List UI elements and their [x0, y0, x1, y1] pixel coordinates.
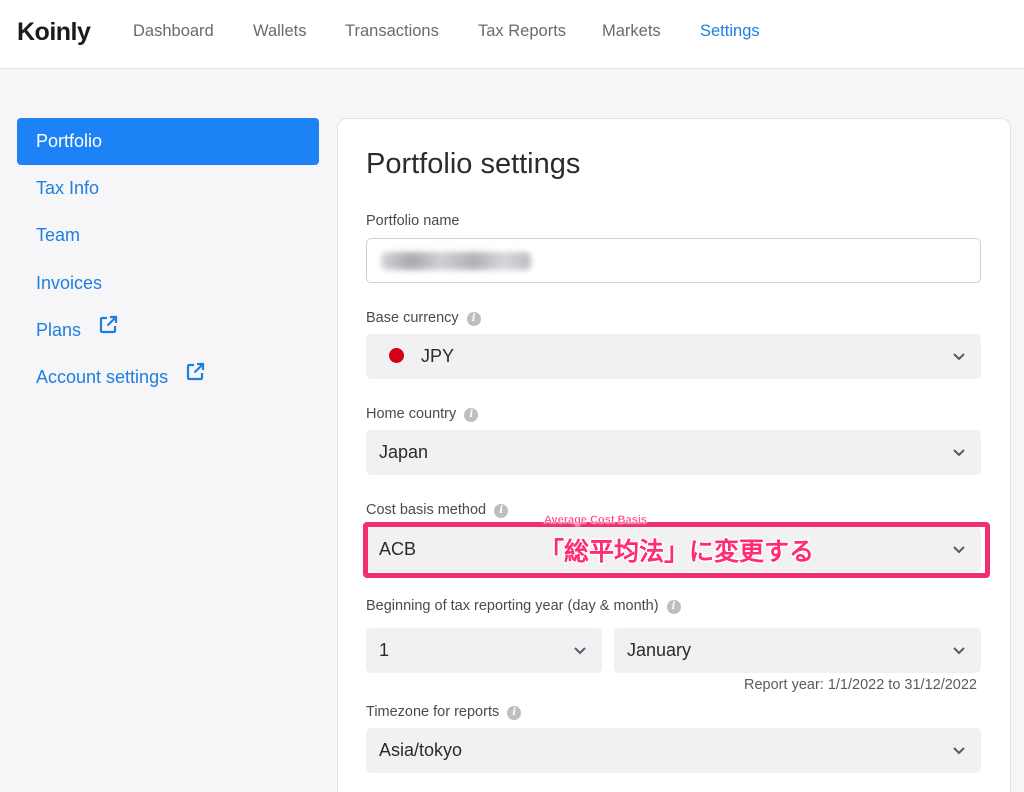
annotation-text: 「総平均法」に変更する [539, 537, 815, 566]
timezone-select[interactable]: Asia/tokyo [366, 728, 981, 773]
home-country-label: Home country i [366, 406, 479, 422]
info-icon[interactable]: i [666, 600, 681, 614]
tax-year-day-value: 1 [379, 640, 390, 660]
timezone-label: Timezone for reports i [366, 704, 522, 720]
base-currency-value: JPY [421, 346, 455, 366]
external-link-icon [98, 306, 118, 353]
nav-markets[interactable]: Markets [602, 22, 661, 41]
external-link-icon [185, 353, 205, 400]
sidebar-item-label: Account settings [36, 367, 169, 387]
chevron-down-icon [572, 642, 588, 663]
info-icon[interactable]: i [494, 504, 509, 518]
sidebar-item-label: Plans [36, 320, 82, 340]
info-icon[interactable]: i [507, 706, 522, 720]
nav-transactions[interactable]: Transactions [345, 22, 439, 41]
home-country-select[interactable]: Japan [366, 430, 981, 475]
cost-basis-label: Cost basis method i [366, 502, 509, 518]
info-icon[interactable]: i [466, 312, 481, 326]
tax-year-month-value: January [627, 640, 692, 660]
nav-settings[interactable]: Settings [700, 22, 760, 41]
sidebar-item-label: Tax Info [36, 178, 100, 198]
blurred-portfolio-name [381, 252, 531, 270]
sidebar-item-account-settings[interactable]: Account settings [17, 354, 319, 401]
annotation-caption: Average Cost Basis [544, 514, 647, 526]
base-currency-label: Base currency i [366, 310, 481, 326]
tax-year-label: Beginning of tax reporting year (day & m… [366, 598, 681, 614]
sidebar-item-tax-info[interactable]: Tax Info [17, 165, 319, 212]
timezone-value: Asia/tokyo [379, 740, 463, 760]
info-icon[interactable]: i [464, 408, 479, 422]
chevron-down-icon [951, 642, 967, 663]
sidebar-item-label: Portfolio [36, 131, 103, 151]
nav-wallets[interactable]: Wallets [253, 22, 306, 41]
japan-flag-icon [389, 348, 404, 363]
sidebar-item-label: Invoices [36, 273, 103, 293]
portfolio-name-input[interactable] [366, 238, 981, 283]
chevron-down-icon [951, 444, 967, 465]
nav-tax-reports[interactable]: Tax Reports [478, 22, 566, 41]
tax-year-day-select[interactable]: 1 [366, 628, 602, 673]
chevron-down-icon [951, 348, 967, 369]
chevron-down-icon [951, 742, 967, 763]
home-country-value: Japan [379, 442, 429, 462]
base-currency-select[interactable]: JPY [366, 334, 981, 379]
sidebar-item-label: Team [36, 225, 81, 245]
portfolio-name-label: Portfolio name [366, 213, 460, 229]
nav-dashboard[interactable]: Dashboard [133, 22, 214, 41]
sidebar-item-team[interactable]: Team [17, 212, 319, 259]
page-title: Portfolio settings [366, 148, 581, 180]
sidebar-item-plans[interactable]: Plans [17, 307, 319, 354]
sidebar-item-invoices[interactable]: Invoices [17, 260, 319, 307]
sidebar-item-portfolio[interactable]: Portfolio [17, 118, 319, 165]
top-bar: Koinly Dashboard Wallets Transactions Ta… [0, 0, 1024, 69]
koinly-logo[interactable]: Koinly [17, 18, 91, 47]
report-year-text: Report year: 1/1/2022 to 31/12/2022 [744, 677, 977, 693]
tax-year-month-select[interactable]: January [614, 628, 981, 673]
